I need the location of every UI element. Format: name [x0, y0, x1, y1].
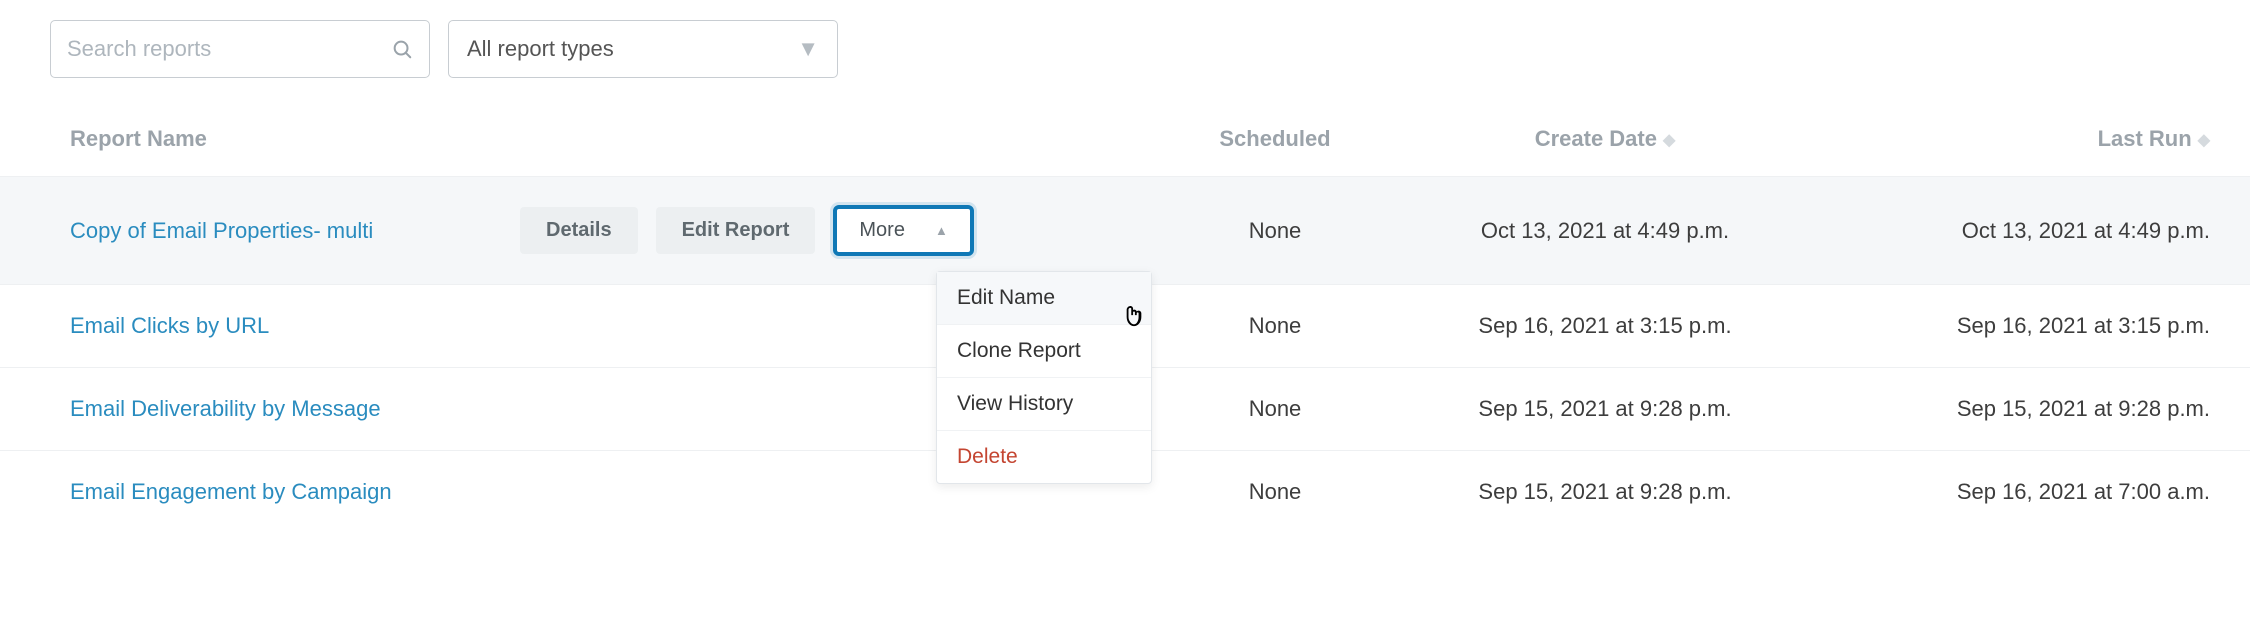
report-link[interactable]: Email Clicks by URL	[70, 313, 269, 338]
search-icon	[391, 38, 413, 60]
controls-bar: All report types ▼	[0, 20, 2250, 88]
chevron-down-icon: ▼	[797, 36, 819, 62]
filter-label: All report types	[467, 36, 614, 62]
menu-edit-name[interactable]: Edit Name	[937, 272, 1151, 325]
sort-icon: ◆	[2198, 132, 2210, 149]
table-row: Copy of Email Properties- multi Details …	[0, 177, 2250, 285]
report-link[interactable]: Email Deliverability by Message	[70, 396, 381, 421]
col-last-run[interactable]: Last Run◆	[1820, 108, 2250, 177]
cell-last-run: Sep 15, 2021 at 9:28 p.m.	[1820, 368, 2250, 451]
report-link[interactable]: Copy of Email Properties- multi	[70, 218, 373, 243]
menu-clone-report[interactable]: Clone Report	[937, 325, 1151, 378]
cell-scheduled: None	[1160, 451, 1390, 534]
sort-icon: ◆	[1663, 132, 1675, 149]
col-report-name: Report Name	[0, 108, 1160, 177]
cell-last-run: Sep 16, 2021 at 3:15 p.m.	[1820, 285, 2250, 368]
caret-up-icon: ▲	[935, 223, 948, 238]
search-input[interactable]	[67, 36, 391, 62]
cell-last-run: Sep 16, 2021 at 7:00 a.m.	[1820, 451, 2250, 534]
more-button[interactable]: More ▲	[833, 205, 973, 256]
cell-create-date: Sep 16, 2021 at 3:15 p.m.	[1390, 285, 1820, 368]
col-scheduled: Scheduled	[1160, 108, 1390, 177]
cell-create-date: Sep 15, 2021 at 9:28 p.m.	[1390, 368, 1820, 451]
cell-scheduled: None	[1160, 177, 1390, 285]
menu-delete[interactable]: Delete	[937, 431, 1151, 483]
menu-view-history[interactable]: View History	[937, 378, 1151, 431]
report-link[interactable]: Email Engagement by Campaign	[70, 479, 392, 504]
more-dropdown: Edit Name Clone Report View History Dele…	[936, 271, 1152, 484]
report-type-filter[interactable]: All report types ▼	[448, 20, 838, 78]
cell-create-date: Sep 15, 2021 at 9:28 p.m.	[1390, 451, 1820, 534]
cell-last-run: Oct 13, 2021 at 4:49 p.m.	[1820, 177, 2250, 285]
cell-scheduled: None	[1160, 285, 1390, 368]
col-create-date[interactable]: Create Date◆	[1390, 108, 1820, 177]
reports-table: Report Name Scheduled Create Date◆ Last …	[0, 108, 2250, 533]
edit-report-button[interactable]: Edit Report	[656, 207, 816, 254]
cell-scheduled: None	[1160, 368, 1390, 451]
cell-create-date: Oct 13, 2021 at 4:49 p.m.	[1390, 177, 1820, 285]
details-button[interactable]: Details	[520, 207, 638, 254]
search-reports-field[interactable]	[50, 20, 430, 78]
